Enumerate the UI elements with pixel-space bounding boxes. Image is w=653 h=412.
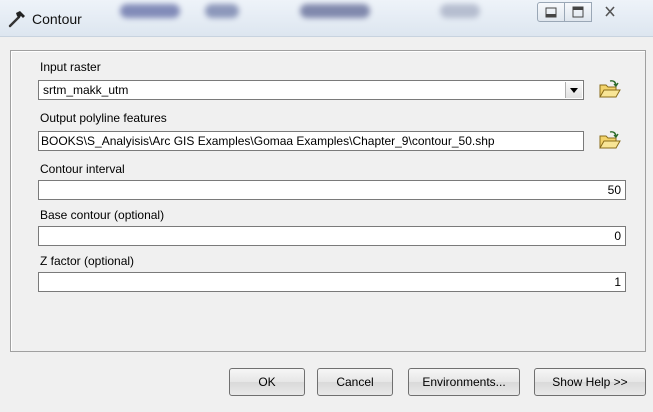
base-contour-field[interactable]: 0 — [38, 226, 626, 246]
open-folder-icon[interactable] — [596, 129, 622, 153]
minimize-button[interactable] — [537, 2, 565, 22]
z-factor-label: Z factor (optional) — [40, 254, 135, 268]
open-folder-icon[interactable] — [596, 78, 622, 102]
title-bar: Contour — [0, 0, 653, 37]
contour-interval-label: Contour interval — [40, 162, 125, 176]
close-icon — [605, 6, 615, 17]
show-help-button[interactable]: Show Help >> — [534, 368, 646, 396]
window-title: Contour — [32, 11, 82, 27]
z-factor-field[interactable]: 1 — [38, 272, 626, 292]
blurred-background — [120, 4, 180, 18]
blurred-background — [300, 4, 370, 18]
chevron-down-icon[interactable] — [565, 82, 582, 98]
blurred-background — [205, 4, 239, 18]
hammer-icon — [8, 11, 25, 28]
input-raster-combo[interactable]: srtm_makk_utm — [38, 80, 584, 100]
window-controls — [537, 2, 631, 22]
cancel-button[interactable]: Cancel — [317, 368, 393, 396]
ok-button[interactable]: OK — [229, 368, 305, 396]
input-raster-label: Input raster — [40, 60, 101, 74]
environments-button[interactable]: Environments... — [408, 368, 520, 396]
base-contour-label: Base contour (optional) — [40, 208, 165, 222]
output-polyline-field[interactable]: BOOKS\S_Analyisis\Arc GIS Examples\Gomaa… — [38, 131, 584, 151]
maximize-icon — [572, 6, 584, 18]
close-button[interactable] — [591, 2, 631, 22]
input-raster-value: srtm_makk_utm — [43, 83, 129, 97]
contour-interval-field[interactable]: 50 — [38, 180, 626, 200]
minimize-icon — [545, 7, 557, 18]
output-polyline-label: Output polyline features — [40, 111, 167, 125]
blurred-background — [440, 4, 480, 18]
maximize-button[interactable] — [564, 2, 592, 22]
